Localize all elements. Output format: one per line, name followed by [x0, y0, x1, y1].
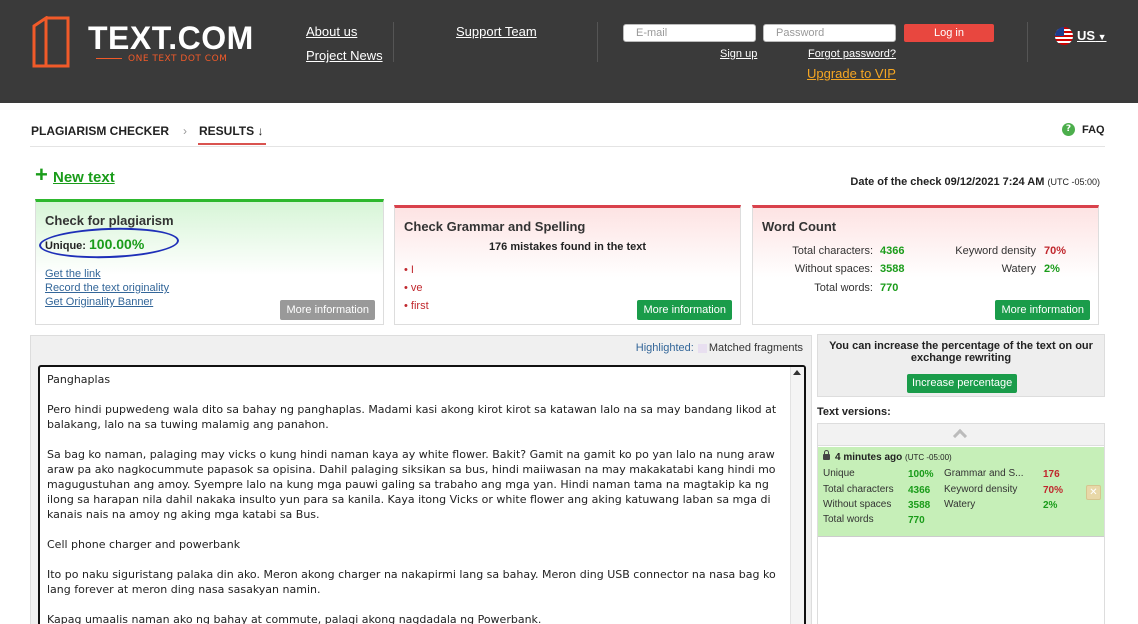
grammar-more-button[interactable]: More information [637, 300, 732, 320]
word-count-more-button[interactable]: More information [995, 300, 1090, 320]
divider [30, 146, 1105, 147]
mistake-item[interactable]: • I [404, 264, 414, 276]
nav-support-link[interactable]: Support Team [456, 24, 537, 39]
version-without-spaces-label: Without spaces [823, 499, 892, 510]
text-paragraph: Pero hindi pupwedeng wala dito sa bahay … [47, 403, 777, 431]
scrollbar[interactable] [790, 367, 804, 624]
keyword-density-value: 70% [1044, 245, 1067, 257]
increase-box: You can increase the percentage of the t… [817, 334, 1105, 397]
login-button[interactable]: Log in [904, 24, 994, 42]
highlight-legend: Highlighted: Matched fragments [635, 342, 803, 354]
text-paragraph: Ito po naku siguristang palaka din ako. … [47, 568, 776, 596]
plagiarism-more-button[interactable]: More information [280, 300, 375, 320]
version-total-chars-label: Total characters [823, 484, 894, 495]
text-versions-list: 4 minutes ago (UTC -05:00) Unique 100% T… [817, 423, 1105, 624]
header-divider [597, 22, 598, 62]
faq-link[interactable]: FAQ [1082, 124, 1105, 136]
version-without-spaces-value: 3588 [908, 500, 931, 511]
total-characters-value: 4366 [880, 245, 905, 257]
logo-tagline-bar [96, 58, 122, 59]
mistakes-summary: 176 mistakes found in the text [488, 241, 647, 253]
mistake-item[interactable]: • ve [404, 282, 423, 294]
increase-percentage-button[interactable]: Increase percentage [907, 374, 1018, 393]
nav-about-link[interactable]: About us [306, 24, 357, 39]
version-total-words-label: Total words [823, 514, 874, 525]
total-words-value: 770 [880, 282, 899, 294]
total-words-label: Total words: [814, 282, 873, 294]
new-text-link[interactable]: + New text [35, 162, 115, 187]
mistake-item[interactable]: • first [404, 300, 429, 312]
keyword-density-label: Keyword density [955, 245, 1036, 257]
text-paragraph: Sa bag ko naman, palaging may vicks o ku… [47, 448, 776, 521]
text-version-item[interactable]: 4 minutes ago (UTC -05:00) Unique 100% T… [818, 447, 1104, 537]
chevron-up-icon [952, 428, 968, 444]
header-divider [1027, 22, 1028, 62]
version-unique-value: 100% [908, 469, 934, 480]
text-paragraph: Kapag umaalis naman ako ng bahay at comm… [47, 613, 542, 624]
signup-link[interactable]: Sign up [720, 48, 757, 60]
nav-news-link[interactable]: Project News [306, 48, 383, 63]
text-versions-label: Text versions: [817, 406, 891, 418]
text-panel: Highlighted: Matched fragments Panghaplas… [30, 335, 812, 624]
breadcrumb-active-underline [198, 143, 266, 145]
text-paragraph: Panghaplas [47, 373, 111, 386]
scroll-up-icon[interactable] [793, 370, 801, 375]
version-total-chars-value: 4366 [908, 485, 931, 496]
without-spaces-label: Without spaces: [794, 263, 873, 275]
logo-tagline: ONE TEXT DOT COM [128, 54, 228, 64]
password-input[interactable]: Password [763, 24, 896, 42]
site-header: TEXT.COM ONE TEXT DOT COM About us Proje… [0, 0, 1138, 103]
version-unique-label: Unique [823, 468, 855, 479]
check-date: Date of the check 09/12/2021 7:24 AM (UT… [850, 176, 1100, 188]
delete-icon[interactable]: ✕ [1086, 485, 1101, 500]
header-divider [393, 22, 394, 62]
version-time: 4 minutes ago (UTC -05:00) [835, 452, 952, 463]
chevron-right-icon: › [183, 124, 187, 138]
version-watery-value: 2% [1043, 500, 1058, 511]
breadcrumb-results[interactable]: RESULTS ↓ [199, 124, 263, 138]
logo-text[interactable]: TEXT.COM [88, 20, 254, 57]
version-grammar-value: 176 [1043, 469, 1060, 480]
language-selector[interactable]: US ▼ [1077, 28, 1106, 43]
watery-label: Watery [1001, 263, 1036, 275]
chevron-down-icon: ▼ [1095, 32, 1107, 42]
checked-text-area[interactable]: Panghaplas Pero hindi pupwedeng wala dit… [38, 365, 806, 624]
plagiarism-card: Check for plagiarism Unique: 100.00% Get… [35, 199, 384, 325]
without-spaces-value: 3588 [880, 263, 905, 275]
grammar-title: Check Grammar and Spelling [404, 219, 586, 234]
get-link[interactable]: Get the link [45, 268, 101, 280]
record-originality-link[interactable]: Record the text originality [45, 282, 169, 294]
matched-swatch [697, 343, 707, 353]
total-characters-label: Total characters: [792, 245, 873, 257]
upgrade-vip-link[interactable]: Upgrade to VIP [807, 66, 896, 81]
version-total-words-value: 770 [908, 515, 925, 526]
versions-scroll-up[interactable] [818, 424, 1104, 446]
watery-value: 2% [1044, 263, 1060, 275]
version-keyword-value: 70% [1043, 485, 1064, 496]
word-count-card: Word Count Total characters: 4366 Withou… [752, 205, 1099, 325]
version-keyword-label: Keyword density [944, 484, 1018, 495]
help-icon[interactable]: ? [1062, 123, 1075, 136]
forgot-password-link[interactable]: Forgot password? [808, 48, 896, 60]
word-count-title: Word Count [762, 219, 837, 234]
plus-icon: + [35, 162, 48, 187]
grammar-card: Check Grammar and Spelling 176 mistakes … [394, 205, 741, 325]
breadcrumb-plagiarism-checker[interactable]: PLAGIARISM CHECKER [31, 124, 169, 138]
version-watery-label: Watery [944, 499, 976, 510]
version-grammar-label: Grammar and S... [944, 468, 1024, 479]
highlight-circle [38, 225, 180, 261]
lock-icon [823, 450, 830, 460]
originality-banner-link[interactable]: Get Originality Banner [45, 296, 153, 308]
logo-icon[interactable] [30, 16, 70, 68]
plagiarism-title: Check for plagiarism [45, 213, 174, 228]
us-flag-icon[interactable] [1055, 27, 1073, 45]
increase-text: You can increase the percentage of the t… [829, 340, 1093, 364]
text-paragraph: Cell phone charger and powerbank [47, 538, 241, 551]
email-input[interactable]: E-mail [623, 24, 756, 42]
